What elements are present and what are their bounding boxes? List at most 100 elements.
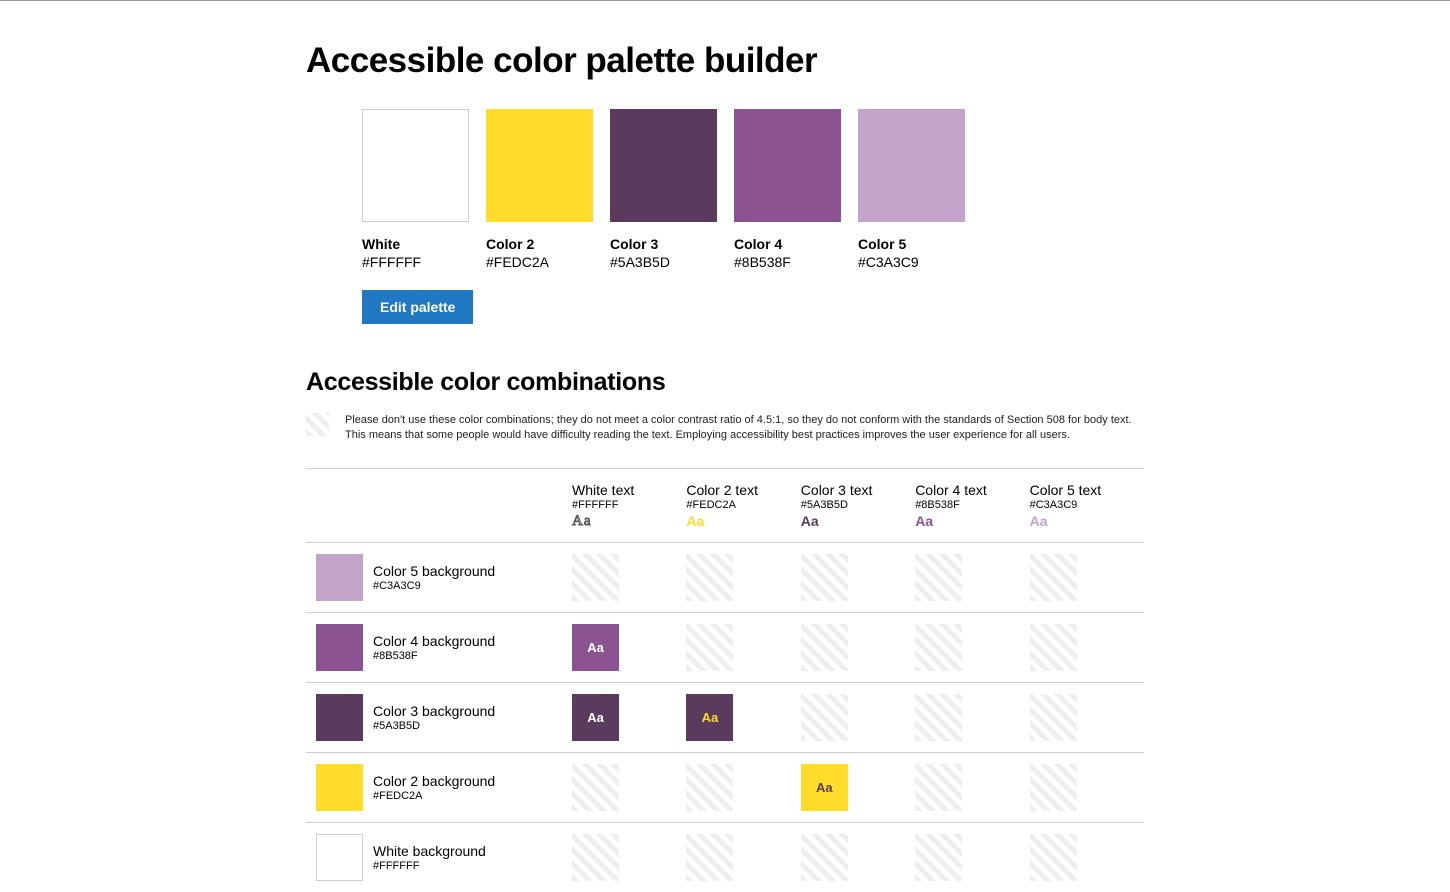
combo-fail [572,834,619,881]
row-hex: #C3A3C9 [373,580,495,592]
combo-fail [1030,624,1077,671]
combo-fail [1030,834,1077,881]
row-swatch [316,834,363,881]
combo-cell [572,764,686,811]
edit-palette-button[interactable]: Edit palette [362,290,473,324]
row-label: Color 4 background#8B538F [306,624,572,671]
combo-fail [572,764,619,811]
combo-fail [686,554,733,601]
combo-cell [801,624,915,671]
combo-cell [572,834,686,881]
grid-row: Color 2 background#FEDC2A Aa [306,752,1144,822]
combo-fail [915,834,962,881]
column-header: Color 5 text#C3A3C9 Aa [1030,482,1144,529]
combo-fail [686,624,733,671]
warning-text: Please don't use these color combination… [345,413,1144,444]
palette-swatch[interactable] [486,109,593,222]
column-header: Color 4 text#8B538FAa [915,482,1029,529]
combo-cell [915,694,1029,741]
palette-swatch[interactable] [734,109,841,222]
palette-hex: #C3A3C9 [858,254,965,270]
combo-fail [686,764,733,811]
column-sample: Aa [801,513,915,529]
column-title: White text [572,482,686,498]
palette-hex: #5A3B5D [610,254,717,270]
combo-fail [801,694,848,741]
combo-cell: Aa [686,694,800,741]
column-sample: Aa [1030,513,1144,529]
combo-cell [686,624,800,671]
grid-row: White background#FFFFFF [306,822,1144,892]
palette-name: Color 3 [610,236,717,252]
combinations-title: Accessible color combinations [306,368,1144,397]
combinations-grid: White text#FFFFFFAaColor 2 text#FEDC2AAa… [306,468,1144,892]
combo-fail [915,624,962,671]
combo-cell [686,834,800,881]
row-hex: #FFFFFF [373,860,486,872]
combo-cell [915,624,1029,671]
row-swatch [316,624,363,671]
row-label: Color 5 background#C3A3C9 [306,554,572,601]
row-hex: #FEDC2A [373,790,495,802]
palette-item: Color 5#C3A3C9 [858,109,965,270]
combo-cell [915,554,1029,601]
column-title: Color 5 text [1030,482,1144,498]
column-title: Color 3 text [801,482,915,498]
palette-name: Color 4 [734,236,841,252]
combo-fail [1030,694,1077,741]
combo-fail [686,834,733,881]
column-hex: #C3A3C9 [1030,499,1144,511]
palette-item: White#FFFFFF [362,109,469,270]
grid-row: Color 5 background#C3A3C9 [306,542,1144,612]
combo-cell [686,764,800,811]
combo-cell [686,554,800,601]
combo-fail [572,554,619,601]
palette-item: Color 3 #5A3B5D [610,109,717,270]
warning-row: Please don't use these color combination… [306,413,1144,444]
column-title: Color 2 text [686,482,800,498]
column-sample: Aa [572,513,686,530]
palette-swatch[interactable] [362,109,469,222]
column-sample: Aa [686,513,800,529]
combo-cell [915,834,1029,881]
row-label: Color 2 background#FEDC2A [306,764,572,811]
palette-item: Color 2#FEDC2A [486,109,593,270]
combo-cell: Aa [801,764,915,811]
combo-pass: Aa [801,764,848,811]
palette-swatch[interactable] [610,109,717,222]
row-title: Color 4 background [373,633,495,649]
combo-fail [915,764,962,811]
combo-cell [1030,834,1144,881]
combo-cell [1030,624,1144,671]
combo-fail [915,554,962,601]
combo-cell: Aa [572,624,686,671]
combo-fail [801,834,848,881]
row-hex: #5A3B5D [373,720,495,732]
combo-cell: Aa [572,694,686,741]
grid-row: Color 4 background#8B538FAa [306,612,1144,682]
page-title: Accessible color palette builder [306,41,1144,81]
combo-pass: Aa [572,694,619,741]
combo-fail [801,554,848,601]
column-sample: Aa [915,513,1029,529]
combo-fail [1030,764,1077,811]
combo-pass: Aa [686,694,733,741]
palette-swatch[interactable] [858,109,965,222]
palette-row: White#FFFFFFColor 2#FEDC2A Color 3 #5A3B5D… [306,109,1144,270]
row-label: Color 3 background#5A3B5D [306,694,572,741]
grid-row: Color 3 background#5A3B5DAaAa [306,682,1144,752]
warning-swatch-icon [306,413,329,436]
combo-cell [801,694,915,741]
grid-header: White text#FFFFFFAaColor 2 text#FEDC2AAa… [306,468,1144,542]
combo-cell [572,554,686,601]
row-swatch [316,764,363,811]
row-title: Color 5 background [373,563,495,579]
column-hex: #8B538F [915,499,1029,511]
row-swatch [316,694,363,741]
row-label: White background#FFFFFF [306,834,572,881]
column-header: Color 2 text#FEDC2AAa [686,482,800,529]
column-hex: #5A3B5D [801,499,915,511]
column-header: White text#FFFFFF Aa [572,482,686,530]
combo-cell [1030,554,1144,601]
column-hex: #FFFFFF [572,499,686,511]
